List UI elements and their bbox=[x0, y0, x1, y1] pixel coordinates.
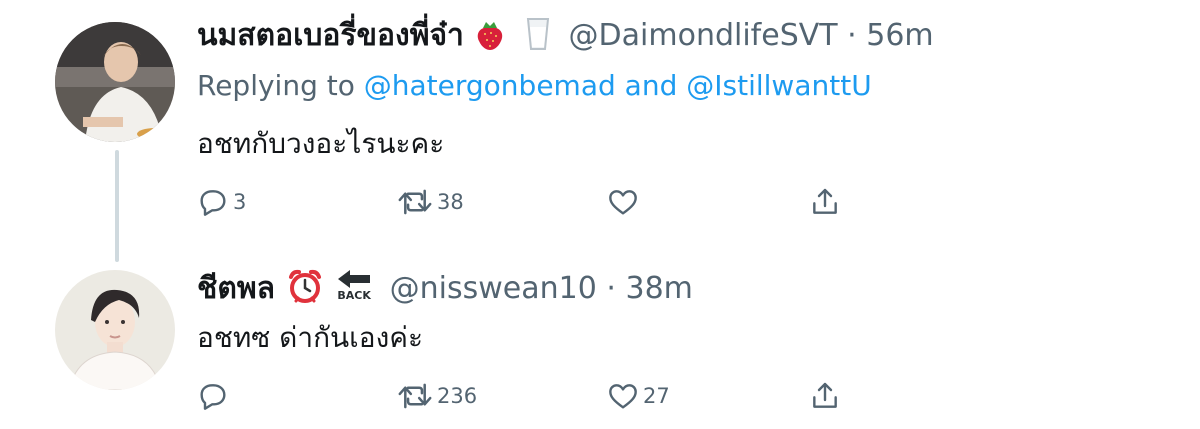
separator-dot: · bbox=[847, 18, 857, 53]
timestamp[interactable]: 56m bbox=[866, 18, 933, 53]
share-button[interactable] bbox=[809, 376, 841, 416]
like-button[interactable] bbox=[607, 182, 643, 222]
action-bar: 3 38 bbox=[197, 182, 897, 222]
retweet-count: 236 bbox=[437, 384, 478, 408]
avatar[interactable] bbox=[55, 270, 175, 390]
heart-icon bbox=[607, 380, 639, 412]
tweet-text: อชทกับวงอะไรนะคะ bbox=[197, 127, 445, 160]
back-arrow-icon: BACK bbox=[336, 268, 372, 304]
heart-icon bbox=[607, 186, 639, 218]
share-icon bbox=[809, 380, 841, 412]
handle[interactable]: @nisswean10 bbox=[390, 271, 597, 306]
handle[interactable]: @DaimondlifeSVT bbox=[569, 18, 838, 53]
back-label: BACK bbox=[337, 289, 371, 302]
reply-button[interactable]: 3 bbox=[197, 182, 246, 222]
share-icon bbox=[809, 186, 841, 218]
separator-dot: · bbox=[606, 271, 616, 306]
tweet-header: นมสตอเบอรี่ของพี่จ๋า @DaimondlifeSVT · 5… bbox=[197, 16, 934, 62]
avatar[interactable] bbox=[55, 22, 175, 142]
reply-button[interactable] bbox=[197, 376, 233, 416]
strawberry-icon bbox=[475, 19, 505, 62]
action-bar: 236 27 bbox=[197, 376, 897, 416]
replying-prefix: Replying to bbox=[197, 69, 355, 102]
display-name[interactable]: นมสตอเบอรี่ของพี่จ๋า bbox=[197, 18, 464, 53]
mention-link-2[interactable]: @IstillwanttU bbox=[686, 69, 871, 102]
tweet-2[interactable]: ชีตพล BACK @nisswean10 · 38m อชทซ ด่ากัน… bbox=[0, 262, 1200, 429]
like-count: 27 bbox=[643, 384, 670, 408]
tweet-header: ชีตพล BACK @nisswean10 · 38m bbox=[197, 268, 693, 315]
reply-icon bbox=[197, 380, 229, 412]
retweet-icon bbox=[397, 186, 433, 218]
avatar-image-1 bbox=[55, 22, 175, 142]
reply-count: 3 bbox=[233, 190, 247, 214]
milk-glass-icon bbox=[525, 17, 551, 62]
avatar-image-2 bbox=[55, 270, 175, 390]
alarm-clock-icon bbox=[287, 268, 323, 315]
reply-icon bbox=[197, 186, 229, 218]
mention-link-1[interactable]: @hatergonbemad bbox=[364, 69, 616, 102]
replying-to: Replying to @hatergonbemad and @Istillwa… bbox=[197, 66, 872, 106]
share-button[interactable] bbox=[809, 182, 841, 222]
retweet-count: 38 bbox=[437, 190, 464, 214]
retweet-button[interactable]: 38 bbox=[397, 182, 464, 222]
tweet-text: อชทซ ด่ากันเองค่ะ bbox=[197, 321, 424, 354]
timestamp[interactable]: 38m bbox=[625, 271, 692, 306]
display-name[interactable]: ชีตพล bbox=[197, 271, 275, 306]
retweet-button[interactable]: 236 bbox=[397, 376, 477, 416]
retweet-icon bbox=[397, 380, 433, 412]
like-button[interactable]: 27 bbox=[607, 376, 670, 416]
tweet-1[interactable]: นมสตอเบอรี่ของพี่จ๋า @DaimondlifeSVT · 5… bbox=[0, 0, 1200, 240]
mention-joiner: and bbox=[624, 69, 678, 102]
